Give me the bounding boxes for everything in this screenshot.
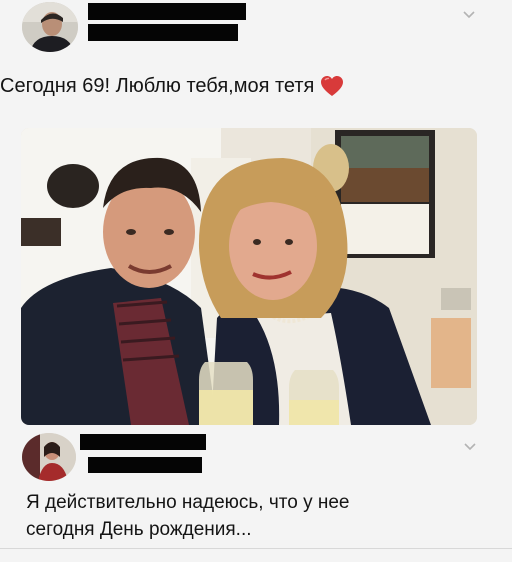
photo-image xyxy=(21,128,477,425)
reply-text-line-2: сегодня День рождения... xyxy=(26,519,252,540)
author-name-redacted xyxy=(88,3,246,20)
selfie-photo[interactable] xyxy=(21,128,477,425)
divider xyxy=(0,548,512,549)
reply-chevron-down-icon[interactable] xyxy=(462,440,478,452)
chevron-down-icon[interactable] xyxy=(461,8,477,20)
reply-text: Я действительно надеюсь, что у нее сегод… xyxy=(26,489,496,543)
tweet-text: Сегодня 69! Люблю тебя,моя тетя xyxy=(0,72,500,100)
reply-text-line-1: Я действительно надеюсь, что у нее xyxy=(26,492,350,513)
heart-emoji-icon xyxy=(320,75,344,97)
author-handle-redacted xyxy=(88,24,238,41)
tweet-text-content: Сегодня 69! Люблю тебя,моя тетя xyxy=(0,75,315,97)
reply-avatar-image xyxy=(22,433,76,481)
author-avatar[interactable] xyxy=(22,2,78,52)
reply-author-avatar[interactable] xyxy=(22,433,76,481)
tweet-thread: Сегодня 69! Люблю тебя,моя тетя Я действ… xyxy=(0,0,512,562)
avatar-image xyxy=(22,2,78,52)
reply-author-handle-redacted xyxy=(88,457,202,473)
reply-author-name-redacted xyxy=(80,434,206,450)
